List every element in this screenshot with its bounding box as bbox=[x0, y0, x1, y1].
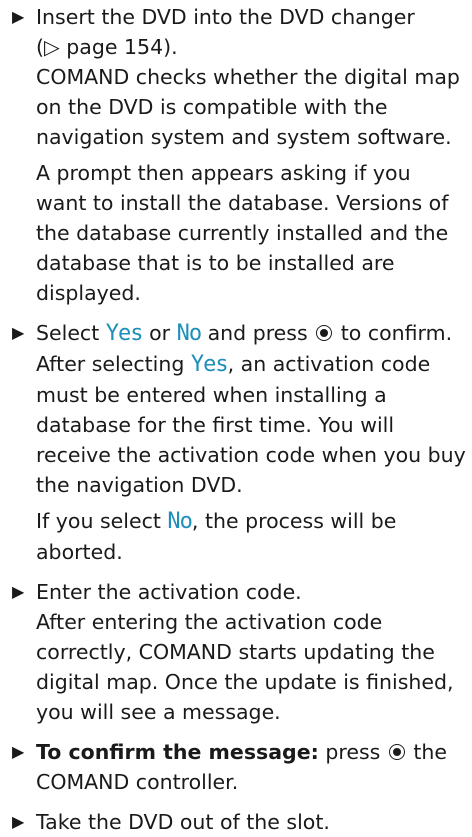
display-term-yes: Yes bbox=[105, 321, 144, 346]
triangle-bullet-icon: ▶ bbox=[12, 323, 25, 342]
step-result: COMAND checks whether the digital map on… bbox=[36, 65, 460, 149]
step-result: After entering the activation code corre… bbox=[36, 610, 454, 724]
page-reference: (▷ page 154). bbox=[36, 35, 178, 59]
text-fragment: Select bbox=[36, 321, 100, 345]
text-fragment: press bbox=[325, 740, 381, 764]
step-text: Select Yes or No and press to confirm. Af… bbox=[36, 318, 466, 500]
display-term-yes: Yes bbox=[190, 352, 229, 377]
controller-knob-icon bbox=[388, 744, 405, 760]
triangle-bullet-icon: ▶ bbox=[12, 742, 25, 761]
step-heading: To confirm the message: bbox=[36, 740, 319, 764]
display-term-no: No bbox=[167, 509, 192, 534]
instruction-step-confirm-message: ▶ To confirm the message: press the COMA… bbox=[12, 737, 466, 797]
step-note: A prompt then appears asking if you want… bbox=[36, 161, 449, 305]
step-text: To confirm the message: press the COMAND… bbox=[36, 737, 466, 797]
step-note: If you select No, the process will be ab… bbox=[36, 506, 466, 567]
manual-page: ▶ Insert the DVD into the DVD changer (▷ … bbox=[0, 0, 472, 834]
triangle-bullet-icon: ▶ bbox=[12, 812, 25, 831]
display-term-no: No bbox=[176, 321, 202, 346]
text-fragment: and press bbox=[207, 321, 308, 345]
controller-knob-icon bbox=[316, 325, 333, 341]
instruction-step-select-yes-no: ▶ Select Yes or No and press to confirm.… bbox=[12, 318, 466, 567]
text-fragment: After selecting bbox=[36, 352, 185, 376]
instruction-step-insert-dvd: ▶ Insert the DVD into the DVD changer (▷ … bbox=[12, 2, 466, 308]
text-fragment: If you select bbox=[36, 509, 161, 533]
step-text: Insert the DVD into the DVD changer (▷ pa… bbox=[36, 2, 466, 152]
triangle-bullet-icon: ▶ bbox=[12, 7, 25, 26]
text-fragment: or bbox=[149, 321, 171, 345]
instruction-step-remove-dvd: ▶ Take the DVD out of the slot. bbox=[12, 807, 466, 837]
triangle-bullet-icon: ▶ bbox=[12, 582, 25, 601]
step-action: Enter the activation code. bbox=[36, 580, 302, 604]
text-fragment: to confirm. bbox=[340, 321, 453, 345]
instruction-step-enter-code: ▶ Enter the activation code. After enteri… bbox=[12, 577, 466, 727]
step-action: Insert the DVD into the DVD changer bbox=[36, 5, 415, 29]
step-text: Enter the activation code. After entering… bbox=[36, 577, 466, 727]
step-action: Take the DVD out of the slot. bbox=[36, 810, 330, 834]
